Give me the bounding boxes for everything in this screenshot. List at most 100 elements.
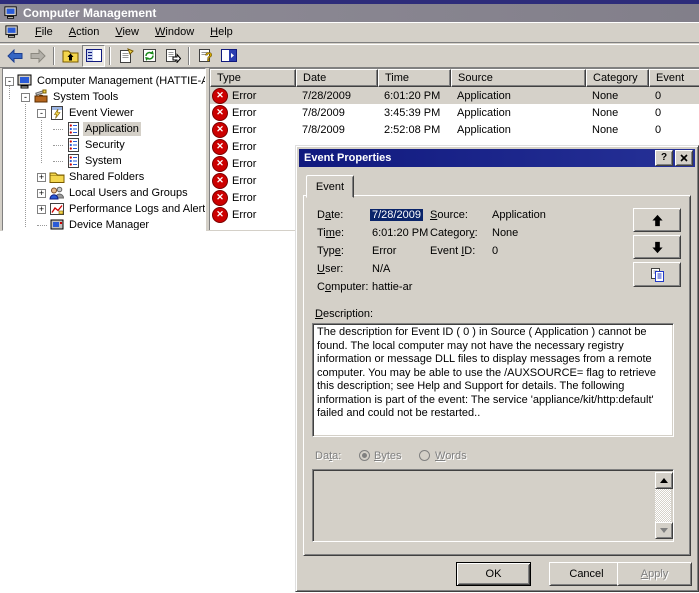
next-event-button[interactable] [633, 235, 681, 259]
tree-item-label: Performance Logs and Alert: [69, 203, 206, 215]
tree-item-event-viewer[interactable]: - Event Viewer [3, 105, 205, 121]
bytes-radio-label: Bytes [374, 450, 402, 462]
user-value: N/A [372, 263, 391, 275]
tree-item-computer-management[interactable]: - Computer Management (HATTIE-AR [3, 73, 205, 89]
menu-help[interactable]: Help [202, 24, 241, 41]
event-type: Error [232, 157, 257, 170]
event-time: 2:52:08 PM [384, 123, 441, 136]
tree-item-security[interactable]: Security [3, 137, 205, 153]
event-type: Error [232, 106, 257, 119]
users-icon [49, 186, 65, 200]
refresh-button[interactable] [138, 45, 161, 67]
shared-folders-icon [49, 172, 65, 183]
window-title: Computer Management [23, 6, 157, 20]
tree-item-performance-logs-and-alerts[interactable]: + Performance Logs and Alert: [3, 201, 205, 217]
event-row[interactable]: ✕ Error 7/28/2009 6:01:20 PM Application… [210, 87, 699, 104]
title-bar[interactable]: Computer Management [0, 4, 699, 22]
event-source: Application [457, 123, 511, 136]
tree-item-application[interactable]: Application [3, 121, 205, 137]
tree-item-label: Computer Management (HATTIE-AR [37, 75, 206, 87]
collapse-icon[interactable]: - [21, 92, 30, 102]
event-log-icon [68, 122, 79, 136]
column-header-category[interactable]: Category [586, 69, 649, 87]
toolbar-separator [188, 46, 190, 65]
tree-connector-stub [37, 224, 47, 226]
previous-event-button[interactable] [633, 208, 681, 232]
up-one-level-button[interactable] [59, 45, 82, 67]
device-manager-icon [50, 219, 64, 230]
forward-arrow-icon [30, 48, 46, 63]
source-value: Application [492, 209, 546, 221]
source-label: Source: [430, 209, 468, 221]
properties-icon [120, 48, 134, 63]
error-icon: ✕ [212, 172, 228, 189]
error-icon: ✕ [212, 87, 228, 104]
menu-action[interactable]: Action [61, 24, 108, 41]
event-log-icon [68, 154, 79, 168]
tree-item-system-tools[interactable]: - System Tools [3, 89, 205, 105]
show-action-pane-button[interactable] [217, 45, 240, 67]
scroll-up-button[interactable] [655, 472, 673, 489]
event-id-label: Event ID: [430, 245, 476, 257]
column-header-source[interactable]: Source [451, 69, 586, 87]
event-date: 7/28/2009 [302, 89, 351, 102]
column-header-date[interactable]: Date [296, 69, 378, 87]
expand-icon[interactable]: + [37, 172, 46, 182]
forward-button[interactable] [26, 45, 49, 67]
menu-view[interactable]: View [107, 24, 147, 41]
date-label: Date: [317, 209, 344, 221]
expand-icon[interactable]: + [37, 188, 46, 198]
toolbar: ? [0, 44, 699, 68]
data-box-scrollbar[interactable] [655, 472, 673, 539]
show-console-tree-button[interactable] [82, 44, 105, 67]
tree-item-local-users-and-groups[interactable]: + Local Users and Groups [3, 185, 205, 201]
export-list-button[interactable] [161, 45, 184, 67]
scroll-down-button[interactable] [655, 522, 673, 539]
event-type: Error [232, 89, 257, 102]
description-text: The description for Event ID ( 0 ) in So… [317, 326, 657, 419]
category-value: None [492, 227, 519, 239]
properties-button[interactable] [115, 45, 138, 67]
event-row[interactable]: ✕ Error 7/8/2009 2:52:08 PM Application … [210, 121, 699, 138]
collapse-icon[interactable]: - [37, 108, 46, 118]
computer-icon [4, 6, 17, 19]
copy-button[interactable] [633, 262, 681, 287]
category-label: Category: [430, 227, 478, 239]
refresh-icon [143, 49, 156, 62]
event-category: None [592, 89, 619, 102]
tree-connector-stub [53, 128, 63, 130]
tab-event[interactable]: Event [306, 175, 354, 198]
help-button[interactable]: ? [194, 45, 217, 67]
list-header: Type Date Time Source Category Event [210, 69, 699, 87]
error-icon: ✕ [212, 104, 228, 121]
type-label: Type: [317, 245, 344, 257]
column-header-time[interactable]: Time [378, 69, 451, 87]
tree-connector-stub [53, 144, 63, 146]
console-window-icon[interactable] [5, 25, 19, 39]
event-row[interactable]: ✕ Error 7/8/2009 3:45:39 PM Application … [210, 104, 699, 121]
words-radio [419, 450, 430, 461]
dialog-close-button[interactable] [675, 150, 693, 166]
dialog-title-bar[interactable]: Event Properties ? [299, 149, 695, 167]
ok-button[interactable]: OK [456, 562, 531, 586]
dialog-help-button[interactable]: ? [655, 150, 673, 166]
menu-window[interactable]: Window [147, 24, 202, 41]
column-header-event[interactable]: Event [649, 69, 699, 87]
expand-icon[interactable]: + [37, 204, 46, 214]
collapse-icon[interactable]: - [5, 76, 14, 86]
description-box[interactable]: The description for Event ID ( 0 ) in So… [312, 323, 674, 437]
back-button[interactable] [3, 45, 26, 67]
tree-item-label: Security [85, 139, 125, 151]
date-value: 7/28/2009 [370, 209, 423, 221]
tree-item-shared-folders[interactable]: + Shared Folders [3, 169, 205, 185]
event-properties-dialog: Event Properties ? Event Date: 7/28/2009… [295, 145, 699, 592]
event-id-value: 0 [492, 245, 499, 257]
event-time: 6:01:20 PM [384, 89, 441, 102]
column-header-type[interactable]: Type [210, 69, 296, 87]
tree-item-device-manager[interactable]: Device Manager [3, 217, 205, 230]
data-box [312, 469, 674, 542]
menu-file[interactable]: File [27, 24, 61, 41]
tree-item-system[interactable]: System [3, 153, 205, 169]
bytes-radio [359, 450, 370, 461]
cancel-button[interactable]: Cancel [549, 562, 624, 586]
